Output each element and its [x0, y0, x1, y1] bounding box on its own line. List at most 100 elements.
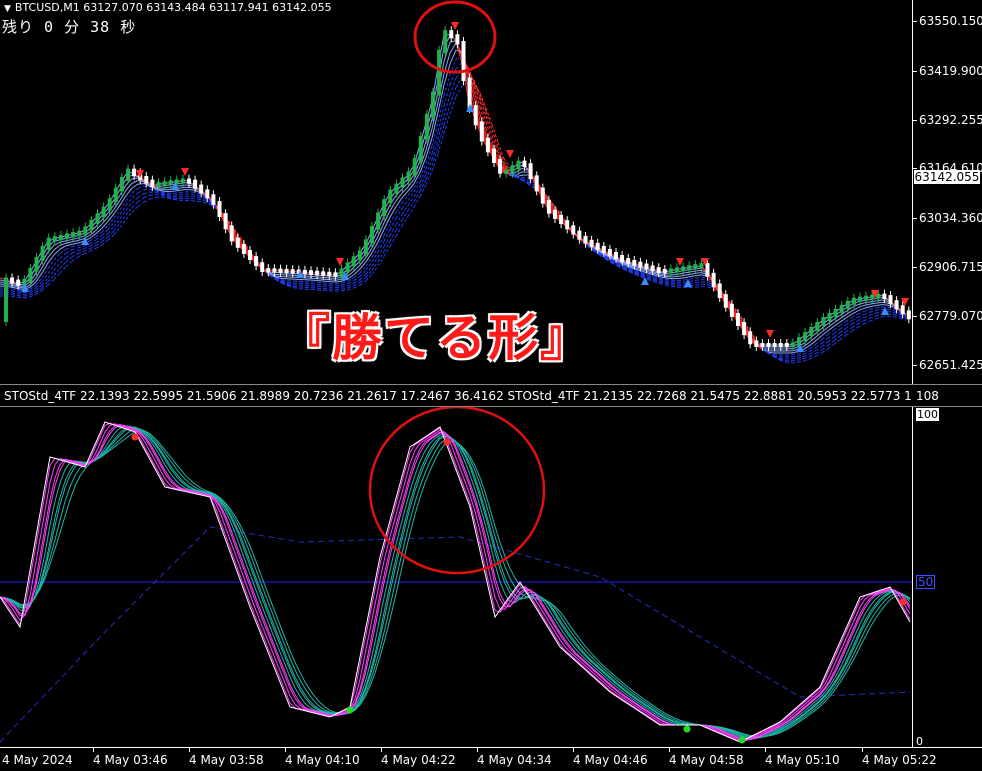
ribbon-segment	[360, 262, 366, 269]
time-axis-label: 4 May 03:58	[189, 753, 264, 767]
candle-body	[614, 252, 618, 259]
ribbon-segment	[876, 302, 882, 303]
ribbon-segment	[72, 243, 78, 244]
ribbon-segment	[378, 236, 384, 248]
ribbon-segment	[390, 219, 396, 230]
candle-body	[96, 213, 100, 223]
ribbon-segment	[66, 253, 72, 257]
ribbon-segment	[864, 321, 870, 324]
candle-body	[364, 239, 368, 254]
time-axis-label: 4 May 03:46	[93, 753, 168, 767]
stochastic-pane[interactable]	[0, 407, 912, 747]
candle-body	[675, 267, 679, 272]
ribbon-segment	[408, 197, 414, 206]
candle-body	[736, 313, 740, 326]
ribbon-segment	[666, 278, 672, 279]
candle-body	[211, 194, 215, 204]
ribbon-segment	[882, 300, 888, 301]
ribbon-segment	[792, 354, 798, 355]
ribbon-segment	[870, 303, 876, 304]
ribbon-segment	[174, 190, 180, 191]
candle-body	[28, 268, 32, 283]
ribbon-segment	[690, 283, 696, 284]
ribbon-segment	[804, 354, 810, 357]
up-arrow-icon	[81, 237, 89, 245]
red-dot-icon	[900, 599, 907, 606]
pane-divider[interactable]	[0, 384, 982, 385]
candle-body	[590, 240, 594, 247]
ribbon-segment	[54, 245, 60, 250]
stochastic-line	[0, 427, 910, 738]
ribbon-segment	[876, 312, 882, 313]
candle-body	[803, 332, 807, 341]
ribbon-segment	[18, 292, 24, 293]
candle-body	[584, 236, 588, 244]
ribbon-segment	[372, 247, 378, 257]
candle-body	[163, 181, 167, 186]
ribbon-segment	[78, 254, 84, 257]
candle-body	[340, 269, 344, 277]
ribbon-segment	[120, 201, 126, 210]
candle-body	[858, 297, 862, 302]
ribbon-segment	[864, 309, 870, 311]
candle-body	[401, 178, 405, 188]
ribbon-segment	[666, 285, 672, 286]
ribbon-segment	[282, 280, 288, 281]
time-axis-label: 4 May 04:22	[381, 753, 456, 767]
candle-body	[333, 272, 337, 277]
time-axis[interactable]: 4 May 2024 4 May 03:46 4 May 03:58 4 May…	[0, 747, 982, 771]
ribbon-segment	[366, 262, 372, 270]
ribbon-segment	[66, 250, 72, 253]
ribbon-segment	[696, 277, 702, 278]
candle-body	[529, 163, 533, 179]
candle-body	[132, 169, 136, 177]
symbol-ohlc-text: BTCUSD,M1 63127.070 63143.484 63117.941 …	[15, 1, 332, 14]
ribbon-segment	[678, 278, 684, 279]
candle-body	[620, 255, 624, 262]
candle-body	[291, 269, 295, 273]
ribbon-segment	[780, 359, 786, 360]
collapse-triangle-icon[interactable]: ▼	[4, 4, 11, 14]
ribbon-segment	[198, 201, 204, 202]
candle-body	[596, 243, 600, 250]
candle-body	[834, 309, 838, 317]
ribbon-segment	[294, 288, 300, 289]
ribbon-segment	[408, 207, 414, 217]
ribbon-segment	[114, 214, 120, 222]
ribbon-segment	[390, 207, 396, 218]
candle-body	[266, 268, 270, 272]
candle-body	[83, 226, 87, 234]
candle-body	[638, 262, 642, 268]
slow-signal-line	[0, 527, 910, 742]
candle-body	[437, 50, 441, 96]
time-axis-label: 4 May 04:34	[477, 753, 552, 767]
candle-body	[224, 213, 228, 229]
ribbon-segment	[372, 266, 378, 274]
ribbon-segment	[852, 321, 858, 325]
ribbon-segment	[42, 285, 48, 290]
ribbon-segment	[108, 218, 114, 225]
ribbon-segment	[378, 247, 384, 257]
ribbon-segment	[696, 282, 702, 283]
green-dot-icon	[739, 737, 746, 744]
price-axis[interactable]: 63550.150 63419.900 63292.255 63164.610 …	[912, 0, 982, 384]
ribbon-segment	[72, 257, 78, 261]
ribbon-segment	[882, 316, 888, 317]
ribbon-segment	[864, 307, 870, 309]
ribbon-segment	[84, 249, 90, 251]
ribbon-segment	[42, 274, 48, 282]
ribbon-segment	[894, 317, 900, 318]
candle-body	[352, 256, 356, 266]
candle-body	[285, 269, 289, 273]
candle-body	[65, 233, 69, 238]
up-arrow-icon	[881, 307, 889, 315]
ribbon-segment	[858, 311, 864, 314]
ribbon-segment	[804, 359, 810, 361]
ribbon-segment	[162, 191, 168, 192]
ribbon-segment	[870, 319, 876, 321]
candle-body	[218, 201, 222, 217]
stochastic-canvas[interactable]	[0, 407, 912, 747]
ribbon-segment	[684, 277, 690, 278]
ribbon-segment	[408, 192, 414, 200]
ribbon-segment	[336, 281, 342, 282]
